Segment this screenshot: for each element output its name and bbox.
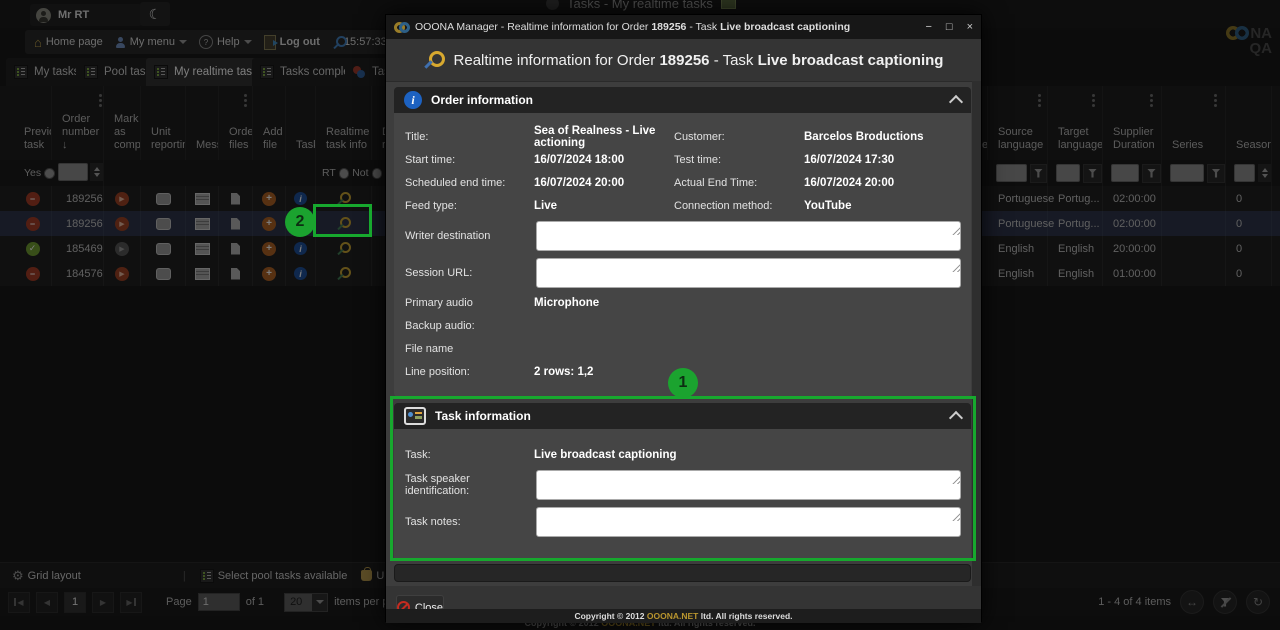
collapse-chevron-icon[interactable] bbox=[949, 95, 963, 109]
session-url-input[interactable] bbox=[536, 258, 961, 288]
field-label: Backup audio: bbox=[405, 320, 534, 332]
field-label: Feed type: bbox=[405, 200, 534, 212]
field-value: Barcelos Broductions bbox=[804, 131, 924, 143]
ooona-net-link[interactable]: OOONA.NET bbox=[647, 611, 698, 621]
collapsed-section-bar[interactable] bbox=[394, 564, 971, 582]
field-label: Test time: bbox=[674, 154, 804, 166]
order-information-header[interactable]: i Order information bbox=[394, 87, 971, 113]
field-label: Actual End Time: bbox=[674, 177, 804, 189]
field-label: File name bbox=[405, 343, 534, 355]
order-information-body: Title:Sea of Realness - Live actioningCu… bbox=[394, 113, 971, 397]
field-label: Start time: bbox=[405, 154, 534, 166]
field-value: YouTube bbox=[804, 200, 851, 212]
field-value: Microphone bbox=[534, 297, 674, 309]
dialog-heading: Realtime information for Order 189256 - … bbox=[386, 39, 981, 82]
magnifier-icon bbox=[424, 50, 444, 70]
annotation-badge-2: 2 bbox=[285, 207, 315, 237]
field-label: Session URL: bbox=[405, 267, 536, 279]
field-label: Primary audio bbox=[405, 297, 534, 309]
dialog-title-bar[interactable]: OOONA Manager - Realtime information for… bbox=[386, 15, 981, 39]
field-value: 16/07/2024 20:00 bbox=[534, 177, 674, 189]
field-label: Scheduled end time: bbox=[405, 177, 534, 189]
info-circle-icon: i bbox=[404, 91, 422, 109]
field-value: 16/07/2024 17:30 bbox=[804, 154, 894, 166]
field-label: Customer: bbox=[674, 131, 804, 143]
field-value: Sea of Realness - Live actioning bbox=[534, 125, 674, 149]
close-window-button[interactable]: × bbox=[967, 21, 973, 33]
annotation-rect-realtime-icon bbox=[313, 204, 372, 237]
field-value: Live bbox=[534, 200, 674, 212]
writer-destination-input[interactable] bbox=[536, 221, 961, 251]
maximize-button[interactable]: □ bbox=[946, 21, 953, 33]
ooona-app-icon bbox=[394, 21, 408, 34]
field-value: 16/07/2024 20:00 bbox=[804, 177, 894, 189]
field-label: Connection method: bbox=[674, 200, 804, 212]
annotation-rect-task-section bbox=[390, 396, 976, 561]
field-label: Writer destination bbox=[405, 230, 536, 242]
field-value: 16/07/2024 18:00 bbox=[534, 154, 674, 166]
minimize-button[interactable]: − bbox=[925, 21, 931, 33]
field-label: Line position: bbox=[405, 366, 534, 378]
field-label: Title: bbox=[405, 131, 534, 143]
screen: Mr RT ☾ Tasks - My realtime tasks NA QA … bbox=[0, 0, 1280, 630]
field-value: 2 rows: 1,2 bbox=[534, 366, 674, 378]
dialog-heading-text: Realtime information for Order 189256 - … bbox=[454, 52, 944, 69]
annotation-badge-1: 1 bbox=[668, 368, 698, 398]
dialog-window-title: OOONA Manager - Realtime information for… bbox=[415, 21, 850, 33]
dialog-copyright: Copyright © 2012 OOONA.NET ltd. All righ… bbox=[386, 609, 981, 623]
